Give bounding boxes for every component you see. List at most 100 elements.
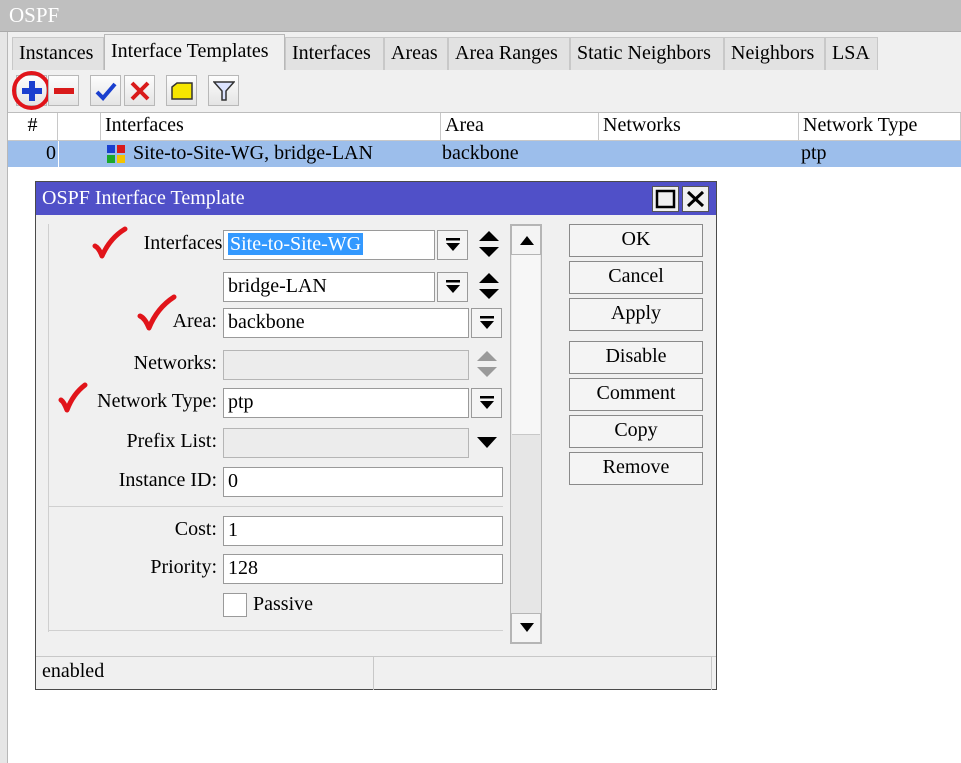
chevron-down-icon (477, 437, 497, 448)
tab-area-ranges[interactable]: Area Ranges (448, 37, 570, 70)
networks-field[interactable] (223, 350, 469, 380)
maximize-icon (655, 189, 676, 209)
dropdown-arrow-icon (446, 238, 460, 251)
network-type-select[interactable]: ptp (223, 388, 469, 418)
cost-label: Cost: (174, 518, 217, 540)
column-header-area[interactable]: Area (441, 113, 599, 141)
up-down-arrows-icon (477, 351, 497, 377)
network-type-dropdown-button[interactable] (471, 388, 502, 418)
disable-button[interactable] (124, 75, 155, 106)
close-icon (686, 190, 705, 208)
filter-button[interactable] (208, 75, 239, 106)
tab-neighbors[interactable]: Neighbors (724, 37, 825, 70)
window-title: OSPF (0, 0, 961, 32)
apply-button[interactable]: Apply (569, 298, 703, 331)
status-bar: enabled (36, 656, 716, 690)
enable-button[interactable] (90, 75, 121, 106)
priority-input[interactable]: 128 (223, 554, 503, 584)
column-header-networks[interactable]: Networks (599, 113, 799, 141)
remove-button[interactable] (48, 75, 79, 106)
network-type-label: Network Type: (97, 390, 217, 412)
scroll-down-button[interactable] (511, 613, 541, 643)
interface-2-updown-button[interactable] (477, 271, 501, 301)
scroll-up-button[interactable] (511, 225, 541, 255)
priority-label: Priority: (150, 556, 217, 578)
networks-label: Networks: (133, 352, 217, 374)
row-divider (58, 141, 59, 167)
area-label: Area: (172, 310, 217, 332)
ok-button[interactable]: OK (569, 224, 703, 257)
up-down-arrows-icon (479, 231, 499, 257)
row-index: 0 (46, 142, 56, 164)
tab-instances[interactable]: Instances (12, 37, 104, 70)
comment-button[interactable]: Comment (569, 378, 703, 411)
dialog-scrollbar[interactable] (510, 224, 542, 644)
column-header-index[interactable]: # (8, 113, 58, 141)
dropdown-arrow-icon (446, 280, 460, 293)
tab-bar: Instances Interface Templates Interfaces… (8, 32, 961, 71)
interface-1-dropdown-button[interactable] (437, 230, 468, 260)
arrow-down-icon (520, 623, 534, 632)
interface-list-icon (107, 145, 125, 163)
annotation-check-icon (92, 226, 128, 259)
section-divider (49, 630, 503, 631)
dialog-title-bar: OSPF Interface Template (36, 182, 716, 215)
copy-button[interactable]: Copy (569, 415, 703, 448)
row-area: backbone (442, 142, 519, 164)
prefix-list-dropdown-button[interactable] (475, 434, 499, 464)
maximize-button[interactable] (652, 186, 679, 212)
row-network-type: ptp (801, 142, 827, 164)
dialog-form: Interfaces: Site-to-Site-WG bridge-LAN A… (48, 224, 504, 632)
networks-updown-button[interactable] (475, 349, 499, 379)
comment-button[interactable] (166, 75, 197, 106)
enable-check-icon (95, 82, 117, 101)
interface-1-updown-button[interactable] (477, 229, 501, 259)
comment-note-icon (171, 82, 193, 100)
close-button[interactable] (682, 186, 709, 212)
tab-areas[interactable]: Areas (384, 37, 448, 70)
cost-input[interactable]: 1 (223, 516, 503, 546)
area-select[interactable]: backbone (223, 308, 469, 338)
area-dropdown-button[interactable] (471, 308, 502, 338)
instance-id-input[interactable]: 0 (223, 467, 503, 497)
interface-2-dropdown-button[interactable] (437, 272, 468, 302)
tab-lsa[interactable]: LSA (825, 37, 878, 70)
up-down-arrows-icon (479, 273, 499, 299)
interface-1-select[interactable]: Site-to-Site-WG (223, 230, 435, 260)
table-row[interactable]: 0 Site-to-Site-WG, bridge-LAN backbone p… (8, 141, 961, 167)
disable-x-icon (130, 81, 150, 101)
tab-static-neighbors[interactable]: Static Neighbors (570, 37, 724, 70)
interfaces-label: Interfaces: (143, 232, 228, 254)
column-header-interfaces[interactable]: Interfaces (101, 113, 441, 141)
section-divider (49, 506, 503, 507)
annotation-check-icon (137, 294, 177, 331)
arrow-up-icon (520, 236, 534, 245)
tab-interfaces[interactable]: Interfaces (285, 37, 384, 70)
cancel-button[interactable]: Cancel (569, 261, 703, 294)
remove-button[interactable]: Remove (569, 452, 703, 485)
templates-table: # Interfaces Area Networks Network Type … (8, 112, 961, 167)
prefix-list-label: Prefix List: (126, 430, 217, 452)
prefix-list-field[interactable] (223, 428, 469, 458)
disable-button[interactable]: Disable (569, 341, 703, 374)
dropdown-arrow-icon (480, 316, 494, 329)
row-interfaces: Site-to-Site-WG, bridge-LAN (133, 142, 373, 164)
ospf-interface-template-dialog: OSPF Interface Template Interfaces: Site… (35, 181, 717, 690)
interface-2-select[interactable]: bridge-LAN (223, 272, 435, 302)
filter-icon (213, 81, 235, 101)
toolbar (8, 70, 961, 112)
column-header-network-type[interactable]: Network Type (799, 113, 961, 141)
tab-interface-templates[interactable]: Interface Templates (104, 34, 285, 71)
annotation-check-icon (58, 382, 88, 413)
remove-icon (54, 88, 74, 94)
dropdown-arrow-icon (480, 396, 494, 409)
left-scroll-strip (0, 0, 8, 763)
passive-label: Passive (253, 593, 313, 615)
status-secondary (374, 657, 712, 690)
passive-checkbox[interactable] (223, 593, 247, 617)
column-header-flags[interactable] (58, 113, 101, 141)
scroll-thumb[interactable] (512, 255, 540, 435)
instance-id-label: Instance ID: (118, 469, 217, 491)
dialog-title: OSPF Interface Template (42, 187, 245, 209)
add-highlight-circle (12, 71, 51, 110)
